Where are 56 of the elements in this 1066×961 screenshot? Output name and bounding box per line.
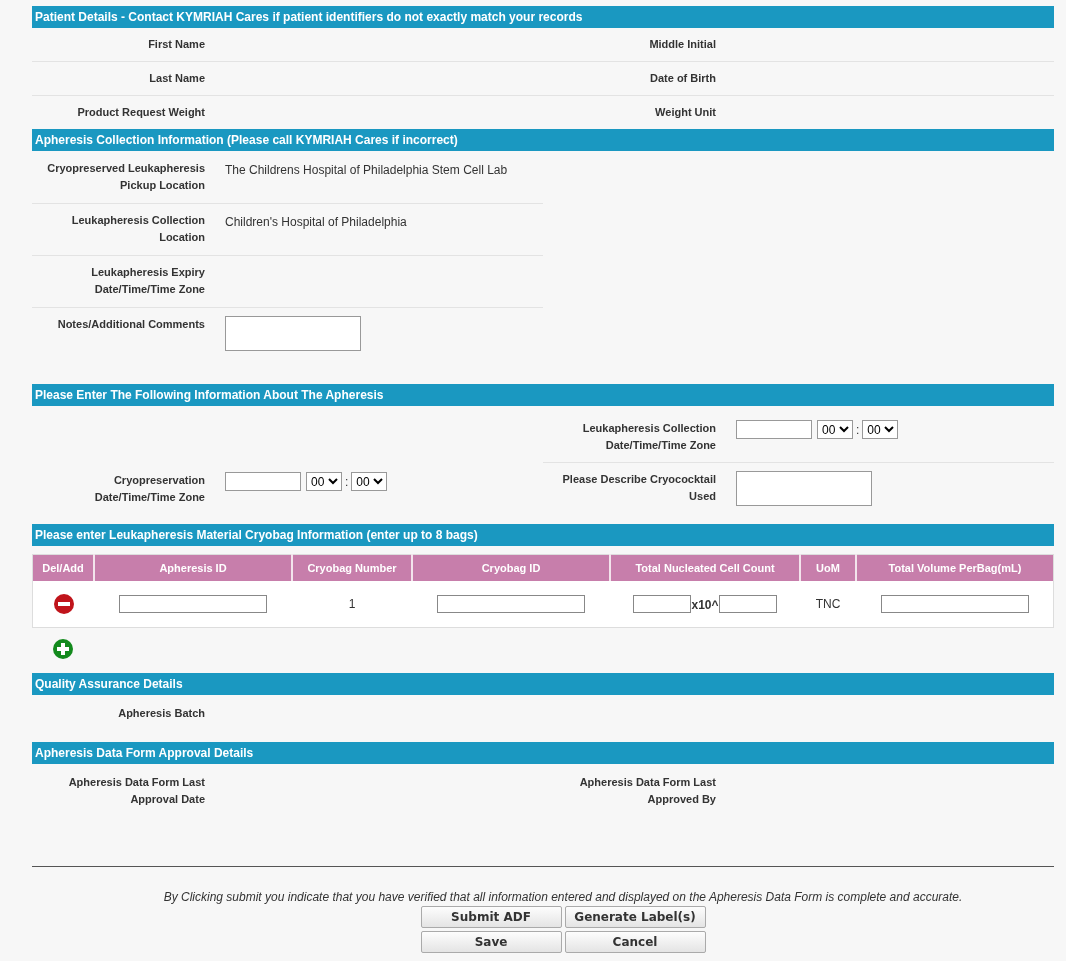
field-label: Cryopreservation Date/Time/Time Zone	[93, 473, 205, 505]
field-label: Apheresis Data Form Last Approval Date	[67, 775, 205, 807]
text-field[interactable]	[437, 595, 585, 613]
column-header: Del/Add	[32, 554, 94, 581]
field-label: Last Name	[148, 71, 205, 86]
text-area[interactable]	[225, 316, 361, 351]
field-value: The Childrens Hospital of Philadelphia Stem Cell Lab	[225, 163, 508, 177]
time-separator: :	[345, 474, 349, 489]
date-field[interactable]	[736, 420, 812, 439]
time-select[interactable]: 00	[862, 420, 899, 439]
section-header: Apheresis Collection Information (Please call KYMRIAH Cares if incorrect)	[32, 129, 1054, 151]
field-label: Date of Birth	[649, 71, 716, 86]
text-field[interactable]	[880, 595, 1029, 613]
section-header: Quality Assurance Details	[32, 673, 1054, 695]
form-button[interactable]: Cancel	[564, 931, 706, 953]
table-cell: TNC	[800, 581, 856, 628]
date-field[interactable]	[225, 472, 301, 491]
form-button[interactable]: Save	[420, 931, 562, 953]
section-header: Please enter Leukapheresis Material Cryobag Information (enter up to 8 bags)	[32, 524, 1054, 546]
field-label: Leukapheresis Expiry Date/Time/Time Zone	[90, 265, 205, 297]
field-label: Weight Unit	[654, 105, 716, 120]
notice-text: By Clicking submit you indicate that you have verified that all information entered and displayed on the Apheresis Data Form is complete and accurate.	[162, 890, 964, 904]
text-field[interactable]	[119, 595, 267, 613]
table-cell: 1	[292, 581, 412, 628]
field-label: First Name	[147, 37, 205, 52]
field-label: Notes/Additional Comments	[56, 317, 205, 332]
multiplier-label: x10^	[691, 597, 719, 612]
column-header: Apheresis ID	[94, 554, 292, 581]
remove-icon[interactable]	[53, 594, 74, 614]
column-header: UoM	[800, 554, 856, 581]
field-label: Cryopreserved Leukapheresis Pickup Location	[46, 161, 205, 193]
field-label: Apheresis Data Form Last Approved By	[578, 775, 716, 807]
time-separator: :	[856, 422, 860, 437]
section-header: Please Enter The Following Information About The Apheresis	[32, 384, 1054, 406]
text-field[interactable]	[633, 595, 692, 613]
text-area[interactable]	[736, 471, 872, 506]
column-header: Total Volume PerBag(mL)	[856, 554, 1054, 581]
text-field[interactable]	[718, 595, 777, 613]
field-label: Leukapheresis Collection Location	[70, 213, 205, 245]
field-label: Middle Initial	[648, 37, 716, 52]
form-button[interactable]: Generate Label(s)	[564, 906, 706, 928]
column-header: Cryobag ID	[412, 554, 610, 581]
section-header: Apheresis Data Form Approval Details	[32, 742, 1054, 764]
field-label: Product Request Weight	[76, 105, 205, 120]
time-select[interactable]: 00	[306, 472, 342, 491]
time-select[interactable]: 00	[351, 472, 388, 491]
column-header: Total Nucleated Cell Count	[610, 554, 800, 581]
form-button[interactable]: Submit ADF	[420, 906, 562, 928]
field-label: Leukapheresis Collection Date/Time/Time Zone	[581, 421, 716, 453]
column-header: Cryobag Number	[292, 554, 412, 581]
field-value: Children's Hospital of Philadelphia	[225, 215, 407, 229]
add-icon[interactable]	[53, 639, 73, 659]
field-label: Please Describe Cryococktail Used	[561, 472, 716, 504]
section-header: Patient Details - Contact KYMRIAH Cares if patient identifiers do not exactly match your records	[32, 6, 1054, 28]
field-label: Apheresis Batch	[117, 706, 205, 721]
time-select[interactable]: 00	[817, 420, 853, 439]
